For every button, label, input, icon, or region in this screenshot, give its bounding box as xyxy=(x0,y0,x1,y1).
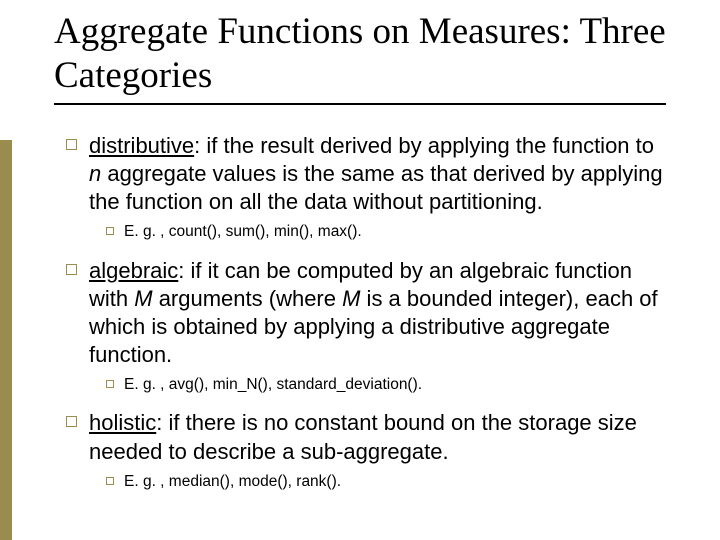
sub-item: E. g. , count(), sum(), min(), max(). xyxy=(106,222,666,242)
item-text: distributive: if the result derived by a… xyxy=(89,132,666,216)
body-part: aggregate values is the same as that der… xyxy=(89,161,663,214)
list-item: algebraic: if it can be computed by an a… xyxy=(66,257,666,370)
slide-title: Aggregate Functions on Measures: Three C… xyxy=(54,10,666,103)
title-block: Aggregate Functions on Measures: Three C… xyxy=(54,10,666,105)
italic-m: M xyxy=(342,286,360,311)
item-text: holistic: if there is no constant bound … xyxy=(89,409,666,465)
bullet-icon xyxy=(106,227,114,235)
bullet-icon xyxy=(66,139,77,150)
bullet-icon xyxy=(106,477,114,485)
colon: : xyxy=(178,258,190,283)
sub-item: E. g. , median(), mode(), rank(). xyxy=(106,472,666,492)
bullet-icon xyxy=(66,264,77,275)
title-underline xyxy=(54,103,666,105)
item-text: algebraic: if it can be computed by an a… xyxy=(89,257,666,370)
example-text: E. g. , avg(), min_N(), standard_deviati… xyxy=(124,375,422,395)
bullet-icon xyxy=(66,416,77,427)
slide-body: distributive: if the result derived by a… xyxy=(66,132,666,506)
list-item: distributive: if the result derived by a… xyxy=(66,132,666,216)
colon: : xyxy=(156,410,168,435)
term-holistic: holistic xyxy=(89,410,156,435)
term-algebraic: algebraic xyxy=(89,258,178,283)
term-distributive: distributive xyxy=(89,133,194,158)
sub-item: E. g. , avg(), min_N(), standard_deviati… xyxy=(106,375,666,395)
body-part: if the result derived by applying the fu… xyxy=(206,133,654,158)
italic-m: M xyxy=(134,286,152,311)
colon: : xyxy=(194,133,206,158)
list-item: holistic: if there is no constant bound … xyxy=(66,409,666,465)
example-text: E. g. , median(), mode(), rank(). xyxy=(124,472,341,492)
body-part: if there is no constant bound on the sto… xyxy=(89,410,637,463)
slide: Aggregate Functions on Measures: Three C… xyxy=(0,0,720,540)
italic-n: n xyxy=(89,161,101,186)
body-part: arguments (where xyxy=(153,286,343,311)
example-text: E. g. , count(), sum(), min(), max(). xyxy=(124,222,362,242)
bullet-icon xyxy=(106,380,114,388)
accent-bar xyxy=(0,140,12,540)
